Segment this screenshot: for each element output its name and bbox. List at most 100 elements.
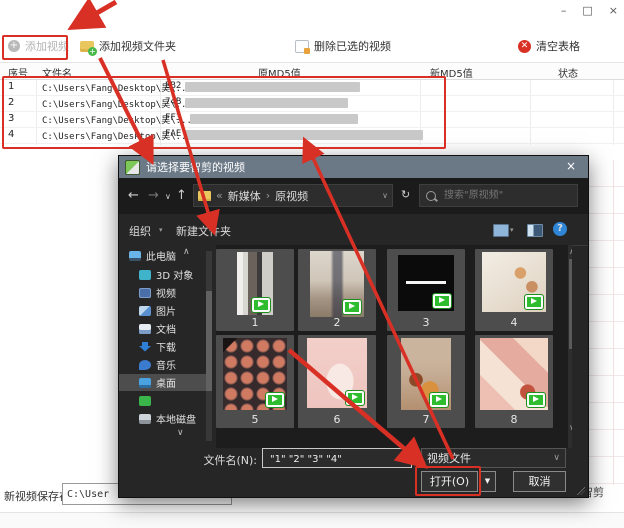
cancel-button[interactable]: 取消 [513, 471, 566, 492]
page-icon [295, 40, 309, 53]
filetype-dropdown[interactable]: 视频文件 ∨ [421, 448, 566, 468]
video-tile[interactable]: 7 [387, 335, 465, 428]
redacted-md5 [190, 114, 358, 124]
organize-button[interactable]: 组织 [129, 223, 151, 239]
video-tile[interactable]: 2 [298, 249, 376, 331]
filename-caret-icon[interactable]: ∨ [400, 453, 407, 463]
video-tile[interactable]: 6 [298, 335, 376, 428]
download-icon [139, 342, 151, 352]
history-caret-icon[interactable]: ∨ [165, 192, 171, 201]
folder-add-icon [80, 41, 94, 52]
sidebar-item-local-disk[interactable]: 本地磁盘 [119, 410, 207, 427]
table-row[interactable]: 3 C:\Users\Fang\Desktop\吴\... FF3 [0, 111, 624, 128]
sidebar-item-documents[interactable]: 文档 [119, 320, 207, 337]
video-thumbnail [398, 255, 454, 311]
redacted-md5 [185, 98, 348, 108]
clear-table-button[interactable]: ✕ 清空表格 [518, 36, 580, 56]
view-caret-icon[interactable]: ▾ [510, 226, 514, 234]
filename-input[interactable] [268, 449, 401, 469]
file-grid: 1 2 3 4 5 [216, 245, 572, 448]
document-icon [139, 324, 151, 334]
play-badge-icon [342, 299, 362, 315]
col-index: 序号 [8, 65, 28, 80]
collapse-icon[interactable]: ∧ [183, 247, 190, 257]
refresh-icon[interactable]: ↻ [401, 188, 410, 201]
arrow-to-add-video [76, 2, 116, 25]
sidebar-item-music[interactable]: 音乐 [119, 356, 207, 373]
resize-grip[interactable] [577, 487, 585, 495]
open-button[interactable]: 打开(O) [421, 471, 478, 492]
filename-label: 文件名(N): [179, 452, 257, 468]
music-icon [139, 360, 151, 370]
play-badge-icon [432, 293, 452, 309]
video-tile[interactable]: 8 [475, 335, 553, 428]
sidebar-item-3d-objects[interactable]: 3D 对象 [119, 266, 207, 283]
dialog-close-button[interactable]: × [566, 159, 576, 173]
video-thumbnail [480, 338, 548, 410]
thumbnail-view-icon[interactable] [493, 224, 509, 237]
main-toolbar: + 添加视频 添加视频文件夹 删除已选的视频 ✕ 清空表格 [0, 34, 624, 59]
video-thumbnail [237, 252, 273, 315]
close-button[interactable]: × [609, 4, 618, 17]
redacted-md5 [185, 130, 423, 140]
filetype-value: 视频文件 [427, 450, 471, 466]
sidebar-item-desktop[interactable]: 桌面 [119, 374, 207, 391]
up-button[interactable]: ↑ [176, 188, 187, 203]
sidebar-item-downloads[interactable]: 下载 [119, 338, 207, 355]
open-split-caret[interactable]: ▼ [479, 471, 496, 492]
video-tile[interactable]: 3 [387, 249, 465, 331]
breadcrumb-item-source-videos[interactable]: 原视频 [275, 188, 308, 204]
col-old-md5: 原MD5值 [258, 65, 301, 80]
help-icon[interactable]: ? [553, 222, 567, 236]
sidebar-item-green-app[interactable] [119, 392, 207, 409]
grid-scrollbar[interactable]: ∧ ∨ [568, 245, 572, 448]
forward-button[interactable]: → [148, 188, 159, 203]
filetype-caret-icon: ∨ [553, 453, 560, 463]
table-header: 序号 文件名 原MD5值 新MD5值 状态 [0, 62, 624, 80]
add-video-label: 添加视频 [25, 38, 69, 54]
sidebar-item-videos[interactable]: 视频 [119, 284, 207, 301]
video-tile[interactable]: 5 [216, 335, 294, 428]
organize-caret-icon: ▾ [159, 226, 163, 234]
sidebar-item-pictures[interactable]: 图片 [119, 302, 207, 319]
scroll-down-icon[interactable]: ∨ [568, 423, 572, 432]
video-thumbnail [482, 252, 546, 312]
filename-combobox[interactable]: ∨ [262, 448, 412, 468]
details-view-icon[interactable] [527, 224, 543, 237]
add-video-folder-button[interactable]: 添加视频文件夹 [80, 36, 176, 56]
minimize-button[interactable]: – [561, 4, 567, 17]
table-row[interactable]: 2 C:\Users\Fang\Desktop\吴\... 74B [0, 95, 624, 112]
sidebar-scrollbar[interactable] [206, 251, 212, 441]
table-row[interactable]: 1 C:\Users\Fang\Desktop\吴\... EB2 [0, 79, 624, 96]
video-tile[interactable]: 1 [216, 249, 294, 331]
table-row[interactable]: 4 C:\Users\Fang\Desktop\吴\... FAE [0, 127, 624, 144]
address-bar[interactable]: « 新媒体 › 原视频 ∨ [193, 184, 393, 207]
sidebar-item-this-pc[interactable]: 此电脑 [119, 247, 207, 264]
add-video-button[interactable]: + 添加视频 [8, 36, 69, 56]
dialog-toolbar: 组织 ▾ 新建文件夹 ▾ ? [119, 214, 588, 246]
video-tile[interactable]: 4 [475, 249, 553, 331]
sidebar-scroll-down-icon[interactable]: ∨ [177, 428, 184, 438]
caption-text [406, 281, 445, 284]
delete-selected-button[interactable]: 删除已选的视频 [295, 36, 391, 56]
picture-icon [139, 306, 151, 316]
breadcrumb-prefix: « [216, 189, 223, 202]
maximize-button[interactable]: □ [582, 4, 592, 17]
empty-table-area [589, 160, 624, 485]
scroll-up-icon[interactable]: ∧ [568, 247, 572, 256]
scrollbar-thumb[interactable] [569, 259, 572, 349]
dialog-titlebar: 请选择要智剪的视频 × [119, 156, 588, 178]
play-badge-icon [265, 392, 285, 408]
search-icon [426, 191, 436, 201]
clear-table-label: 清空表格 [536, 38, 580, 54]
back-button[interactable]: ← [128, 188, 139, 203]
file-open-dialog: 请选择要智剪的视频 × ← → ∨ ↑ « 新媒体 › 原视频 ∨ ↻ 组织 ▾… [118, 155, 589, 498]
play-badge-icon [345, 390, 365, 406]
new-folder-button[interactable]: 新建文件夹 [176, 223, 231, 239]
dialog-title: 请选择要智剪的视频 [146, 159, 245, 175]
play-badge-icon [524, 294, 544, 310]
search-input[interactable] [442, 189, 556, 202]
scrollbar-thumb[interactable] [206, 291, 212, 391]
address-caret-icon[interactable]: ∨ [382, 191, 388, 200]
breadcrumb-item-media[interactable]: 新媒体 [228, 188, 261, 204]
